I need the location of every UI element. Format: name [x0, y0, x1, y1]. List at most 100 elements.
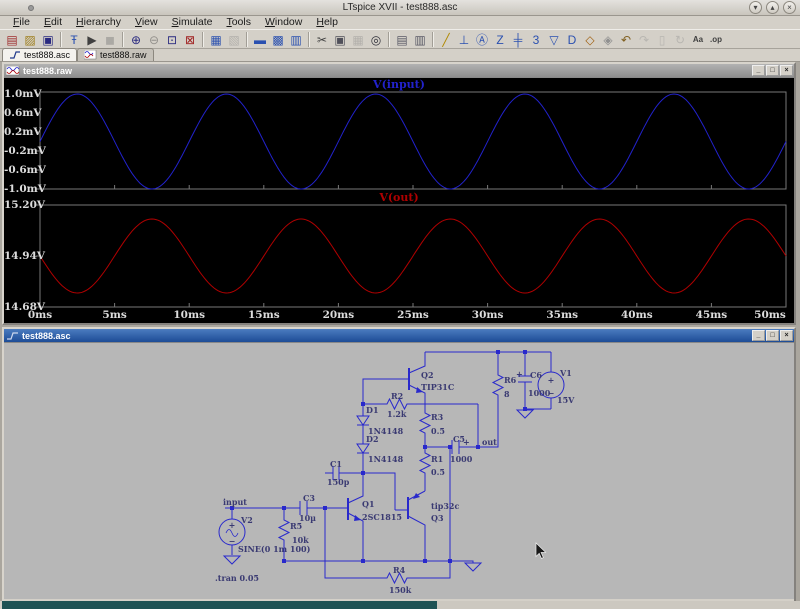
menu-hierarchy[interactable]: Hierarchy	[69, 16, 128, 29]
label-r3-value[interactable]: 0.5	[431, 426, 445, 436]
label-r3[interactable]: R3	[431, 412, 444, 422]
place-component-button[interactable]: D	[563, 31, 581, 48]
menu-help[interactable]: Help	[309, 16, 345, 29]
schematic-window-titlebar[interactable]: test888.asc _□×	[4, 329, 794, 342]
xtick-label: 30ms	[466, 309, 510, 321]
label-q1-type[interactable]: 2SC1815	[362, 512, 402, 522]
label-q3[interactable]: Q3	[431, 513, 444, 523]
new-plot-pane-button[interactable]: ▬	[251, 31, 269, 48]
label-r6[interactable]: R6	[504, 375, 517, 385]
menu-edit[interactable]: Edit	[37, 16, 69, 29]
label-c3[interactable]: C3	[303, 493, 315, 503]
label-d1[interactable]: D1	[366, 405, 379, 415]
label-r2[interactable]: R2	[391, 391, 403, 401]
run-simulation-button[interactable]: ▶	[83, 31, 101, 48]
asc-minimize-button[interactable]: _	[752, 330, 765, 341]
label-v2[interactable]: V2	[240, 515, 253, 525]
tab-test888.raw[interactable]: test888.raw	[77, 48, 154, 61]
menu-simulate[interactable]: Simulate	[165, 16, 220, 29]
label-q2-type[interactable]: TIP31C	[421, 382, 454, 392]
mirror-button[interactable]: ▯	[653, 31, 671, 48]
tile-windows-button[interactable]: ▥	[287, 31, 305, 48]
label-v2-value[interactable]: SINE(0 1m 100)	[238, 544, 311, 554]
tab-test888.asc[interactable]: test888.asc	[2, 48, 77, 61]
label-d2-type[interactable]: 1N4148	[368, 454, 404, 464]
ytick-label: 0.6mV	[4, 107, 37, 119]
label-q2[interactable]: Q2	[421, 370, 434, 380]
waveform-plot-area[interactable]: V(input) V(out) 1.0mV0.6mV0.2mV-0.2mV-0.…	[4, 77, 794, 323]
asc-close-button[interactable]: ×	[780, 330, 793, 341]
raw-close-button[interactable]: ×	[780, 65, 793, 76]
menu-tools[interactable]: Tools	[219, 16, 258, 29]
label-v1[interactable]: V1	[559, 368, 572, 378]
label-c6[interactable]: C6	[530, 370, 542, 380]
rotate-button[interactable]: ↻	[671, 31, 689, 48]
label-r1-value[interactable]: 0.5	[431, 467, 445, 477]
plot-settings-button[interactable]: ▦	[207, 31, 225, 48]
label-r1[interactable]: R1	[431, 454, 443, 464]
label-r4[interactable]: R4	[393, 565, 406, 575]
place-ground-button[interactable]: ⊥	[455, 31, 473, 48]
place-diode-button[interactable]: ▽	[545, 31, 563, 48]
print-preview-button[interactable]: ▤	[393, 31, 411, 48]
halt-simulation-button[interactable]: ◼	[101, 31, 119, 48]
print-button[interactable]: ▥	[411, 31, 429, 48]
toolbar: ▤▨▣Ŧ▶◼⊕⊖⊡⊠▦▧▬▩▥✂▣▦◎▤▥╱⊥ⒶZ╪3▽D◇◈↶↷▯↻Aa.op	[0, 29, 800, 49]
spice-directive-button[interactable]: .op	[707, 31, 725, 48]
control-panel-button[interactable]: Ŧ	[65, 31, 83, 48]
zoom-full-extents-button[interactable]: ⊠	[181, 31, 199, 48]
paste-button[interactable]: ▦	[349, 31, 367, 48]
menu-view[interactable]: View	[128, 16, 165, 29]
move-button[interactable]: ◇	[581, 31, 599, 48]
menu-file[interactable]: File	[6, 16, 37, 29]
add-text-button[interactable]: Aa	[689, 31, 707, 48]
zoom-back-button[interactable]: ⊖	[145, 31, 163, 48]
xtick-label: 5ms	[93, 309, 137, 321]
label-r4-value[interactable]: 150k	[389, 585, 412, 595]
drag-button[interactable]: ◈	[599, 31, 617, 48]
label-net-button[interactable]: Ⓐ	[473, 31, 491, 48]
schematic-canvas[interactable]: Q2 TIP31C R3 0.5 R1 0.5 R2 1.2k D1 1N414…	[4, 342, 794, 599]
label-c1[interactable]: C1	[330, 459, 342, 469]
label-v1-value[interactable]: 15V	[557, 395, 575, 405]
find-button[interactable]: ◎	[367, 31, 385, 48]
new-schematic-button[interactable]: ▤	[3, 31, 21, 48]
close-window-button[interactable]: ×	[783, 1, 796, 14]
net-label-input[interactable]: input	[223, 497, 247, 507]
label-r5[interactable]: R5	[290, 521, 302, 531]
maximize-window-button[interactable]: ▴	[766, 1, 779, 14]
label-q3-type[interactable]: tip32c	[431, 501, 459, 511]
open-file-button[interactable]: ▨	[21, 31, 39, 48]
redo-button[interactable]: ↷	[635, 31, 653, 48]
draw-wire-button[interactable]: ╱	[437, 31, 455, 48]
label-r6-value[interactable]: 8	[504, 389, 510, 399]
raw-restore-button[interactable]: □	[766, 65, 779, 76]
label-d2[interactable]: D2	[366, 434, 379, 444]
label-c5-value[interactable]: 1000	[450, 454, 473, 464]
zoom-area-button[interactable]: ⊡	[163, 31, 181, 48]
net-label-out[interactable]: out	[482, 437, 497, 447]
label-c1-value[interactable]: 150p	[327, 477, 350, 487]
waveform-window-titlebar[interactable]: test888.raw _□×	[4, 64, 794, 77]
label-q1[interactable]: Q1	[362, 499, 375, 509]
menu-window[interactable]: Window	[258, 16, 309, 29]
taskbar-strip-right	[437, 601, 800, 609]
label-r2-value[interactable]: 1.2k	[387, 409, 407, 419]
shade-window-button[interactable]: ▾	[749, 1, 762, 14]
place-resistor-button[interactable]: Z	[491, 31, 509, 48]
cut-button[interactable]: ✂	[313, 31, 331, 48]
undo-button[interactable]: ↶	[617, 31, 635, 48]
app-title: LTspice XVII - test888.asc	[0, 2, 800, 13]
save-button[interactable]: ▣	[39, 31, 57, 48]
raw-minimize-button[interactable]: _	[752, 65, 765, 76]
autorange-plot-button[interactable]: ▧	[225, 31, 243, 48]
place-inductor-button[interactable]: 3	[527, 31, 545, 48]
spice-directive-tran[interactable]: .tran 0.05	[215, 573, 259, 583]
place-capacitor-button[interactable]: ╪	[509, 31, 527, 48]
copy-button[interactable]: ▣	[331, 31, 349, 48]
zoom-in-button[interactable]: ⊕	[127, 31, 145, 48]
xtick-label: 20ms	[316, 309, 360, 321]
cascade-windows-button[interactable]: ▩	[269, 31, 287, 48]
asc-restore-button[interactable]: □	[766, 330, 779, 341]
trace-v-input	[40, 94, 786, 189]
